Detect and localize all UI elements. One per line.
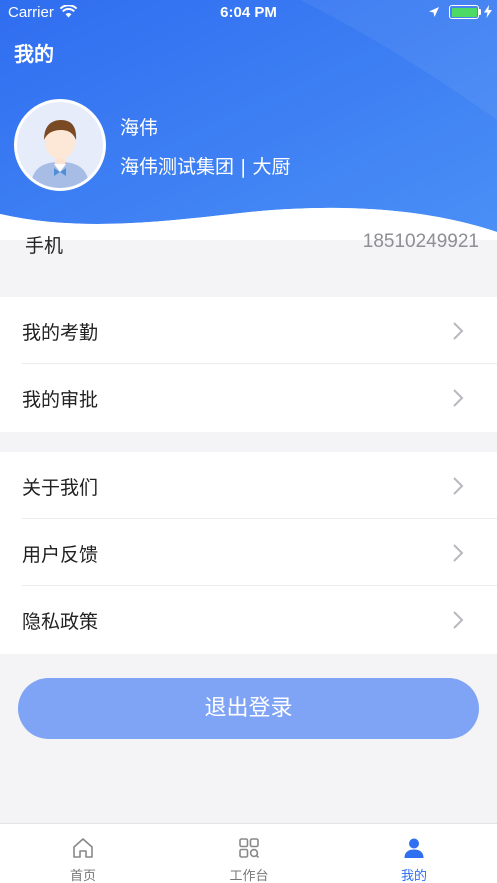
tab-workbench[interactable]: 工作台 (166, 824, 332, 883)
tab-label: 工作台 (229, 869, 269, 883)
chevron-right-icon (453, 611, 464, 629)
user-name: 海伟 (120, 117, 159, 139)
menu-item-approval[interactable]: 我的审批 (0, 364, 497, 431)
tab-label: 首页 (69, 869, 96, 883)
menu-item-label: 我的考勤 (22, 322, 99, 344)
battery-icon (449, 5, 479, 19)
menu-item-label: 我的审批 (22, 389, 99, 411)
phone-value: 18510249921 (362, 231, 479, 252)
battery-level-fill (451, 7, 477, 17)
tab-label: 我的 (400, 869, 427, 883)
chevron-right-icon (453, 477, 464, 495)
phone-info-row: 手机 18510249921 (0, 218, 497, 277)
user-avatar-illustration-icon (17, 102, 103, 188)
menu-item-label: 用户反馈 (22, 544, 99, 566)
page-title: 我的 (14, 42, 54, 66)
menu-item-label: 隐私政策 (22, 611, 99, 633)
menu-group-about: 关于我们 用户反馈 隐私政策 (0, 452, 497, 654)
user-organization: 海伟测试集团 | 大厨 (120, 156, 291, 178)
tab-mine[interactable]: 我的 (331, 824, 497, 883)
workbench-icon (239, 838, 260, 859)
status-bar: Carrier 6:04 PM (0, 0, 497, 26)
menu-item-feedback[interactable]: 用户反馈 (0, 519, 497, 586)
home-icon (73, 838, 93, 858)
tab-home[interactable]: 首页 (0, 824, 166, 883)
menu-item-attendance[interactable]: 我的考勤 (0, 297, 497, 364)
charging-bolt-icon (484, 5, 492, 18)
menu-item-about-us[interactable]: 关于我们 (0, 452, 497, 519)
person-icon (404, 838, 424, 858)
clock-time: 6:04 PM (220, 4, 277, 21)
menu-group-personal: 我的考勤 我的审批 (0, 297, 497, 432)
menu-item-label: 关于我们 (22, 477, 99, 499)
phone-label: 手机 (25, 235, 64, 257)
chevron-right-icon (453, 322, 464, 340)
menu-item-privacy-policy[interactable]: 隐私政策 (0, 586, 497, 653)
bottom-tab-bar: 首页 工作台 我的 (0, 823, 497, 883)
battery-tip (479, 9, 481, 15)
chevron-right-icon (453, 389, 464, 407)
location-arrow-icon (429, 7, 439, 17)
chevron-right-icon (453, 544, 464, 562)
avatar[interactable] (14, 99, 106, 191)
logout-button[interactable]: 退出登录 (18, 678, 479, 739)
